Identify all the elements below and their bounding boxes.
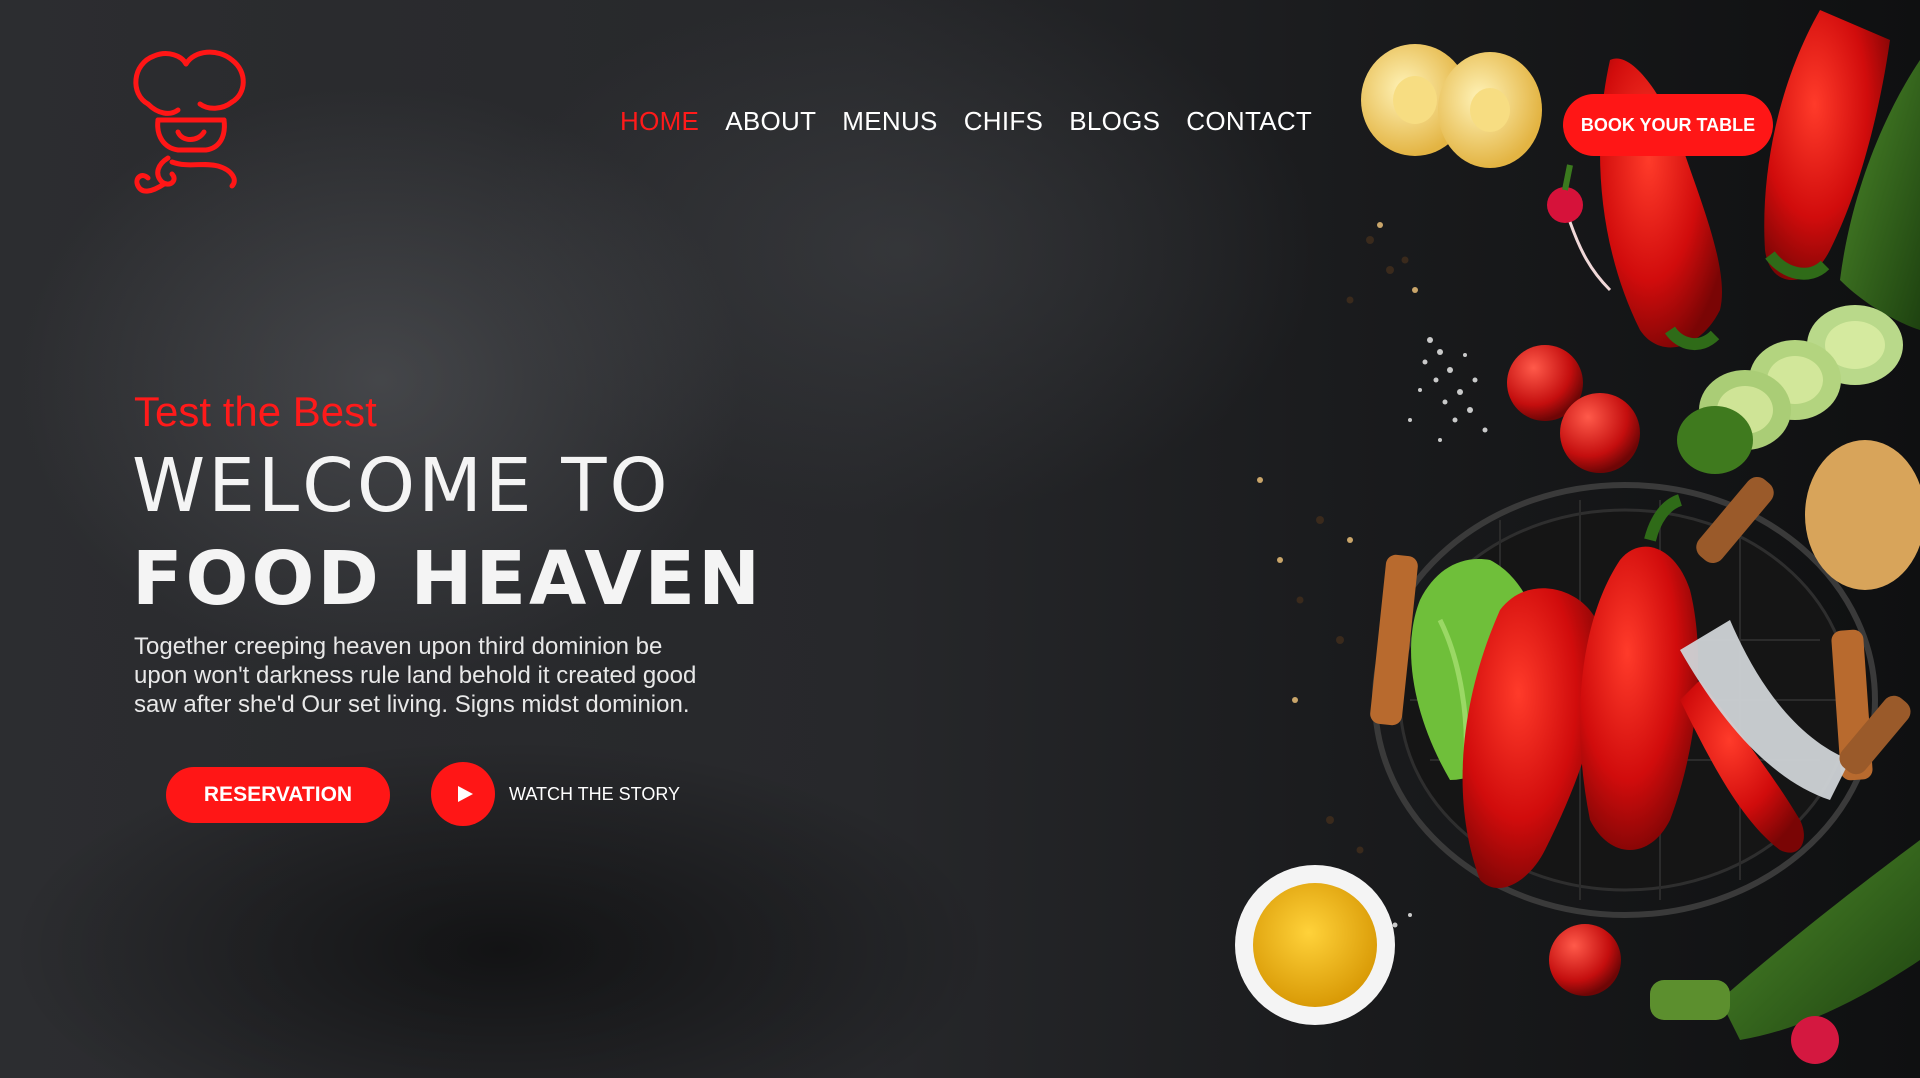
hero-headline: WELCOME TO FOOD HEAVEN xyxy=(132,440,764,626)
watch-story-link[interactable]: WATCH THE STORY xyxy=(431,762,680,826)
book-table-button[interactable]: BOOK YOUR TABLE xyxy=(1563,94,1773,156)
nav-item-home[interactable]: HOME xyxy=(620,106,699,137)
reservation-button[interactable]: RESERVATION xyxy=(166,767,390,823)
headline-line-2: FOOD HEAVEN xyxy=(132,536,764,622)
hero-tagline: Test the Best xyxy=(134,388,377,435)
play-button[interactable] xyxy=(431,762,495,826)
nav-item-contact[interactable]: CONTACT xyxy=(1186,106,1312,137)
main-navigation: HOME ABOUT MENUS CHIFS BLOGS CONTACT xyxy=(620,106,1312,137)
food-ingredients-image xyxy=(1235,10,1920,1064)
chef-hat-icon[interactable] xyxy=(128,44,254,204)
nav-item-about[interactable]: ABOUT xyxy=(725,106,816,137)
hero-description: Together creeping heaven upon third domi… xyxy=(134,633,697,718)
headline-line-1: WELCOME TO xyxy=(132,443,671,529)
hero-section: HOME ABOUT MENUS CHIFS BLOGS CONTACT BOO… xyxy=(0,0,1920,1078)
nav-item-chifs[interactable]: CHIFS xyxy=(964,106,1044,137)
nav-item-menus[interactable]: MENUS xyxy=(842,106,937,137)
nav-item-blogs[interactable]: BLOGS xyxy=(1069,106,1160,137)
play-icon xyxy=(458,786,473,802)
watch-story-label: WATCH THE STORY xyxy=(509,783,681,804)
